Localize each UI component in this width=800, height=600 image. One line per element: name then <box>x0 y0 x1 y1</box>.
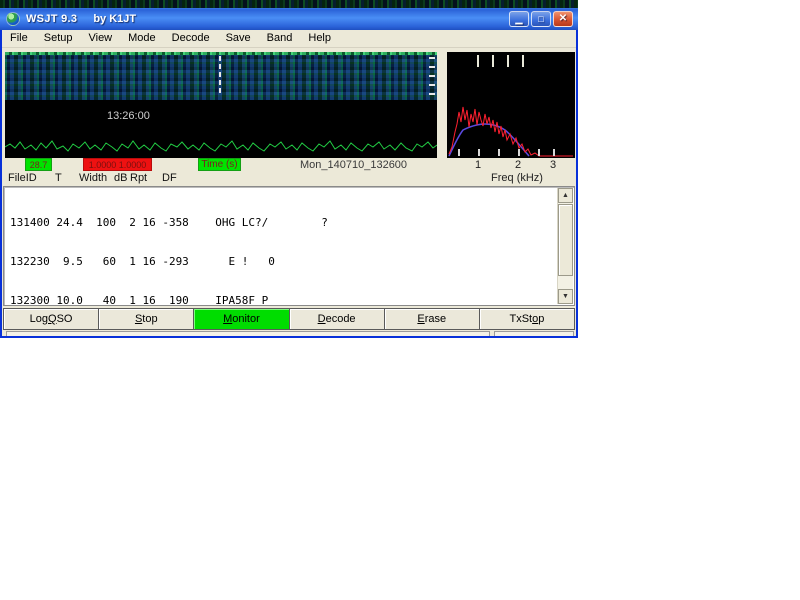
maximize-icon: □ <box>538 13 544 24</box>
menu-band[interactable]: Band <box>259 30 301 47</box>
label-key: Q <box>48 313 57 325</box>
background-waterfall-strip <box>0 0 578 8</box>
menu-file[interactable]: File <box>2 30 36 47</box>
close-icon: ✕ <box>558 13 568 24</box>
app-globe-icon <box>6 12 20 26</box>
marker-tick <box>219 88 221 93</box>
label-key: M <box>223 313 233 325</box>
desktop-screen: WSJT 9.3 by K1JT ▁ □ ✕ File Setup View M… <box>0 0 800 600</box>
label-key: S <box>134 313 143 325</box>
dial-rate-indicator: 1.0000 1.0000 <box>83 158 152 171</box>
time-axis-label: Time (s) <box>201 159 238 170</box>
menu-decode[interactable]: Decode <box>164 30 218 47</box>
header-t: T <box>55 172 62 184</box>
freq-tick <box>498 149 500 156</box>
header-rpt: Rpt <box>130 172 148 184</box>
decode-row[interactable]: 132300 10.0 40 1 16 190 IPA58F P <box>10 294 348 307</box>
file-timestamp-label: Mon_140710_132600 <box>300 159 408 171</box>
decode-button[interactable]: Decode <box>289 308 385 330</box>
erase-button[interactable]: Erase <box>384 308 480 330</box>
spectrum-marker-tick <box>492 55 494 67</box>
label-part: Log <box>29 313 49 325</box>
freq-tick <box>458 149 460 156</box>
freq-tick-2: 2 <box>514 159 522 171</box>
header-width: Width <box>79 172 108 184</box>
spectrum-curves <box>448 106 573 157</box>
marker-tick <box>219 56 221 61</box>
marker-tick <box>219 72 221 77</box>
scrollbar-thumb[interactable] <box>558 204 573 276</box>
monitor-button[interactable]: Monitor <box>194 308 290 330</box>
clipped-bottom-panel <box>494 331 574 336</box>
decode-row[interactable]: 131400 24.4 100 2 16 -358 OHG LC?/ ? <box>10 216 348 229</box>
scroll-up-button[interactable]: ▲ <box>558 188 573 203</box>
label-key: E <box>417 313 425 325</box>
window-title: WSJT 9.3 <box>26 13 78 25</box>
spectrum-display[interactable] <box>447 52 575 158</box>
time-axis-indicator: Time (s) <box>198 158 241 171</box>
edge-tick <box>429 75 435 77</box>
signal-level-value: 28.7 <box>29 159 48 170</box>
action-button-row: Log Q SO Stop Monitor Decode Erase TxSt o p <box>3 308 576 330</box>
minimize-button[interactable]: ▁ <box>509 11 529 27</box>
minimize-icon: ▁ <box>515 13 523 24</box>
marker-tick <box>219 80 221 85</box>
menu-mode[interactable]: Mode <box>120 30 164 47</box>
menu-help[interactable]: Help <box>300 30 339 47</box>
edge-tick <box>429 93 435 95</box>
signal-level-indicator: 28.7 <box>25 158 52 171</box>
label-part: top <box>142 313 158 325</box>
scroll-up-icon: ▲ <box>562 192 569 199</box>
decode-text-area[interactable]: 131400 24.4 100 2 16 -358 OHG LC?/ ? 132… <box>3 186 575 336</box>
menu-save[interactable]: Save <box>218 30 259 47</box>
marker-tick <box>219 64 221 69</box>
header-fileid: FileID <box>8 172 37 184</box>
freq-tick <box>478 149 480 156</box>
spectrum-marker-tick <box>477 55 479 67</box>
freq-tick-1: 1 <box>474 159 482 171</box>
freq-tick-3: 3 <box>549 159 557 171</box>
menubar: File Setup View Mode Decode Save Band He… <box>2 30 576 48</box>
edge-tick <box>429 66 435 68</box>
decode-row[interactable]: 132230 9.5 60 1 16 -293 E ! 0 <box>10 255 348 268</box>
freq-tick <box>538 149 540 156</box>
edge-tick <box>429 57 435 59</box>
freq-tick <box>553 149 555 156</box>
stop-button[interactable]: Stop <box>99 308 195 330</box>
header-df: DF <box>162 172 177 184</box>
freq-axis-label: Freq (kHz) <box>491 172 543 184</box>
label-part: TxSt <box>509 313 533 325</box>
freq-tick <box>518 149 520 156</box>
window-byline: by K1JT <box>93 13 137 25</box>
close-button[interactable]: ✕ <box>553 11 573 27</box>
spectrum-marker-tick <box>522 55 524 67</box>
waterfall-display[interactable]: 13:26:00 <box>5 52 437 158</box>
txstop-button[interactable]: TxSt o p <box>479 308 576 330</box>
menu-view[interactable]: View <box>80 30 120 47</box>
window-body: File Setup View Mode Decode Save Band He… <box>0 30 578 338</box>
wsjt-main-window: WSJT 9.3 by K1JT ▁ □ ✕ File Setup View M… <box>0 8 578 338</box>
menu-setup[interactable]: Setup <box>36 30 81 47</box>
dial-rate-values: 1.0000 1.0000 <box>88 159 147 170</box>
label-part: p <box>538 313 545 325</box>
label-part: ecode <box>325 313 356 325</box>
spectrum-marker-tick <box>507 55 509 67</box>
label-part: rase <box>424 313 447 325</box>
scroll-down-icon: ▼ <box>562 293 569 300</box>
clipped-bottom-panel <box>6 331 490 336</box>
label-part: SO <box>56 313 73 325</box>
scroll-down-button[interactable]: ▼ <box>558 289 573 304</box>
edge-tick <box>429 84 435 86</box>
green-signal-trace <box>5 140 437 152</box>
titlebar[interactable]: WSJT 9.3 by K1JT ▁ □ ✕ <box>0 8 578 30</box>
vertical-scrollbar[interactable]: ▲ ▼ <box>557 188 573 304</box>
label-key: D <box>317 313 326 325</box>
header-db: dB <box>114 172 128 184</box>
maximize-button[interactable]: □ <box>531 11 551 27</box>
label-part: onitor <box>232 313 260 325</box>
log-qso-button[interactable]: Log Q SO <box>3 308 100 330</box>
